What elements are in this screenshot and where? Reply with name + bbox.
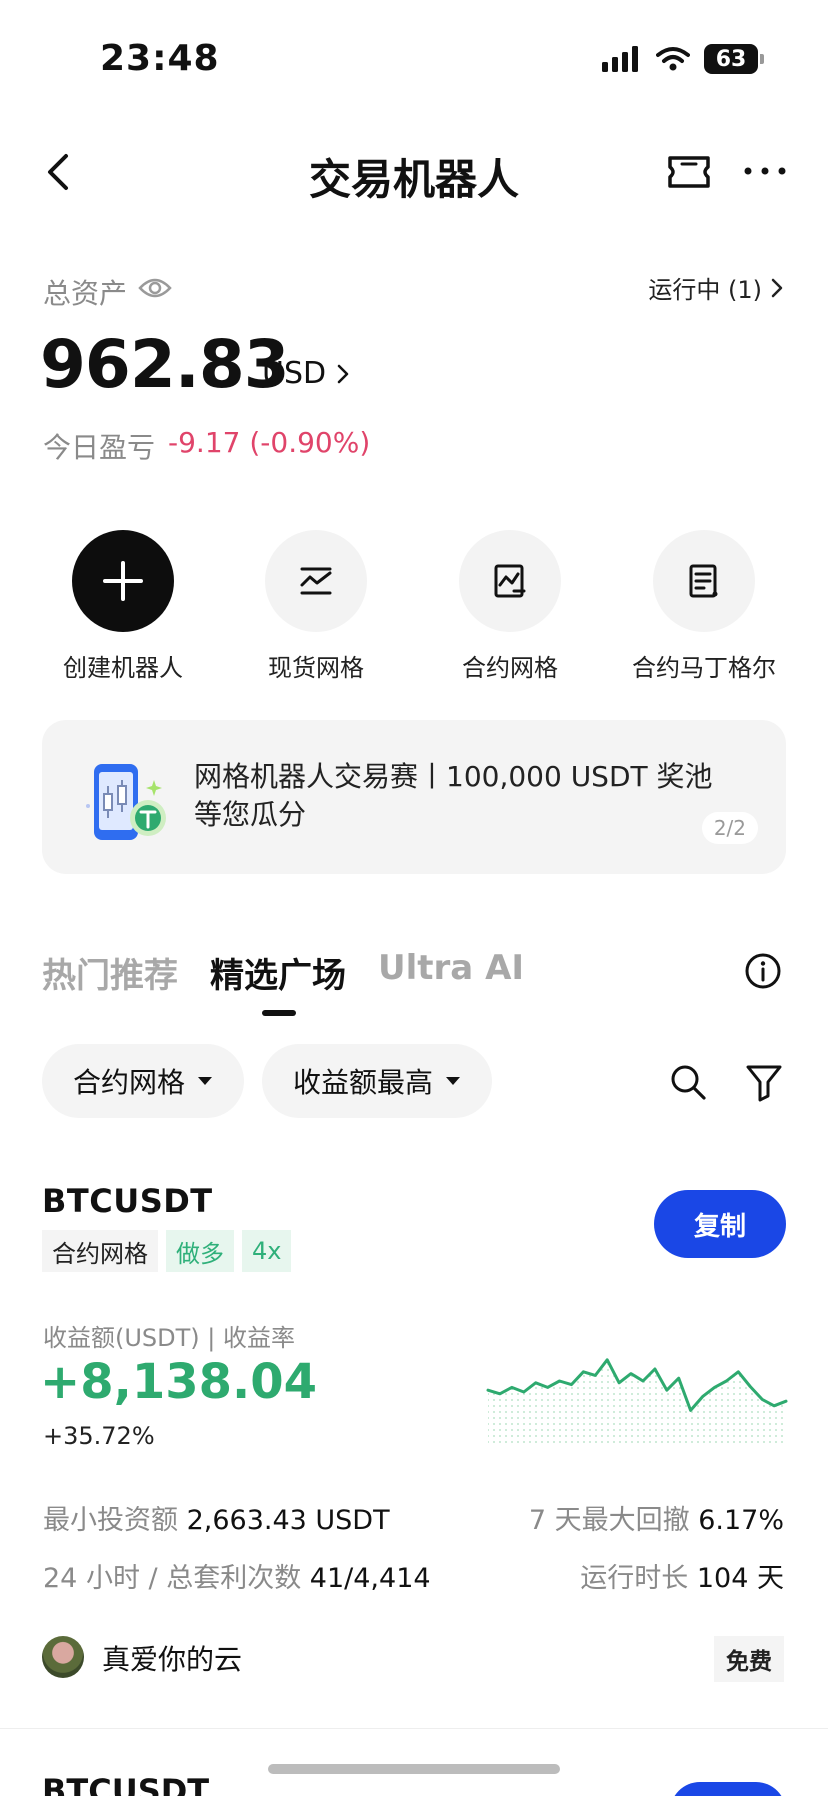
contract-grid-label: 合约网格: [462, 654, 558, 682]
profit-value: +8,138.04: [40, 1354, 318, 1410]
min-investment-label: 最小投资额: [43, 1505, 178, 1536]
signal-icon: [602, 46, 638, 72]
info-icon[interactable]: [744, 952, 782, 990]
total-assets-label: 总资产: [43, 277, 128, 310]
direction-tag: 做多: [166, 1230, 234, 1272]
daily-pnl-value: -9.17 (-0.90%): [168, 426, 371, 459]
wifi-icon: [656, 47, 690, 71]
status-time: 23:48: [100, 38, 220, 79]
profit-sparkline: [486, 1358, 788, 1446]
runtime-label: 运行时长: [580, 1563, 689, 1594]
sort-value: 收益额最高: [292, 1066, 433, 1099]
contract-chart-icon: [459, 530, 561, 632]
min-investment: 最小投资额 2,663.43 USDT: [43, 1498, 390, 1537]
fee-badge: 免费: [714, 1636, 784, 1682]
sort-dropdown[interactable]: 收益额最高: [262, 1044, 492, 1118]
document-icon: [653, 530, 755, 632]
sparkline-area: [488, 1359, 786, 1446]
promo-banner[interactable]: 网格机器人交易赛丨100,000 USDT 奖池等您瓜分 2/2: [42, 720, 786, 874]
profit-label: 收益额(USDT) | 收益率: [43, 1324, 296, 1352]
max-drawdown-value: 6.17%: [698, 1505, 784, 1536]
ticket-icon[interactable]: [666, 152, 712, 192]
eye-icon[interactable]: [138, 274, 172, 302]
active-tab-indicator: [262, 1010, 296, 1016]
chevron-right-icon: [771, 278, 783, 297]
bot-type-dropdown[interactable]: 合约网格: [42, 1044, 244, 1118]
tab-featured-plaza[interactable]: 精选广场: [210, 948, 346, 997]
tab-ultra-ai[interactable]: Ultra AI: [378, 948, 524, 988]
running-bots-label: 运行中 (1): [648, 276, 762, 304]
tab-hot-recommend[interactable]: 热门推荐: [42, 948, 178, 997]
battery-indicator: 63: [704, 44, 764, 74]
contract-martingale-label: 合约马丁格尔: [632, 654, 776, 682]
spot-grid-button[interactable]: 现货网格: [231, 530, 401, 683]
arbitrage-count-value: 41/4,414: [309, 1563, 431, 1594]
caret-down-icon: [446, 1077, 460, 1085]
contract-grid-button[interactable]: 合约网格: [425, 530, 595, 683]
next-copy-button[interactable]: [670, 1782, 786, 1796]
currency-selector[interactable]: USD: [262, 356, 350, 391]
create-bot-label: 创建机器人: [63, 654, 183, 682]
card-divider: [0, 1728, 828, 1729]
runtime-value: 104 天: [696, 1563, 784, 1594]
daily-pnl-label: 今日盈亏: [43, 431, 156, 464]
leverage-tag: 4x: [242, 1230, 292, 1272]
home-indicator: [268, 1764, 560, 1774]
phone-chart-icon: [86, 764, 166, 840]
profit-rate: +35.72%: [43, 1422, 155, 1450]
tag-list: 合约网格 做多 4x: [42, 1230, 292, 1272]
max-drawdown: 7 天最大回撤 6.17%: [529, 1498, 784, 1537]
promo-banner-text: 网格机器人交易赛丨100,000 USDT 奖池等您瓜分: [194, 760, 713, 831]
arbitrage-count-label: 24 小时 / 总套利次数: [43, 1563, 302, 1594]
banner-page-indicator: 2/2: [701, 812, 758, 844]
arbitrage-count: 24 小时 / 总套利次数 41/4,414: [43, 1556, 431, 1595]
max-drawdown-label: 7 天最大回撤: [528, 1505, 690, 1536]
strategy-tag: 合约网格: [42, 1230, 158, 1272]
running-bots-link[interactable]: 运行中 (1): [648, 270, 784, 305]
min-investment-value: 2,663.43 USDT: [186, 1505, 390, 1536]
copy-button[interactable]: 复制: [654, 1190, 786, 1258]
pair-name: BTCUSDT: [42, 1182, 213, 1220]
runtime: 运行时长 104 天: [580, 1556, 784, 1595]
status-icons: 63: [602, 44, 764, 74]
next-pair-name: BTCUSDT: [42, 1772, 210, 1796]
bot-type-value: 合约网格: [72, 1066, 185, 1099]
spot-grid-label: 现货网格: [268, 654, 364, 682]
chevron-right-icon: [337, 364, 349, 383]
currency-unit: USD: [262, 356, 327, 391]
avatar[interactable]: [42, 1636, 84, 1678]
contract-martingale-button[interactable]: 合约马丁格尔: [619, 530, 789, 683]
total-assets-value: 962.83: [40, 326, 290, 403]
more-icon[interactable]: [740, 156, 790, 186]
author-name[interactable]: 真爱你的云: [102, 1638, 242, 1678]
search-icon[interactable]: [668, 1062, 708, 1102]
filter-icon[interactable]: [744, 1062, 784, 1102]
plus-icon: [72, 530, 174, 632]
grid-chart-icon: [265, 530, 367, 632]
caret-down-icon: [198, 1077, 212, 1085]
create-bot-button[interactable]: 创建机器人: [38, 530, 208, 683]
